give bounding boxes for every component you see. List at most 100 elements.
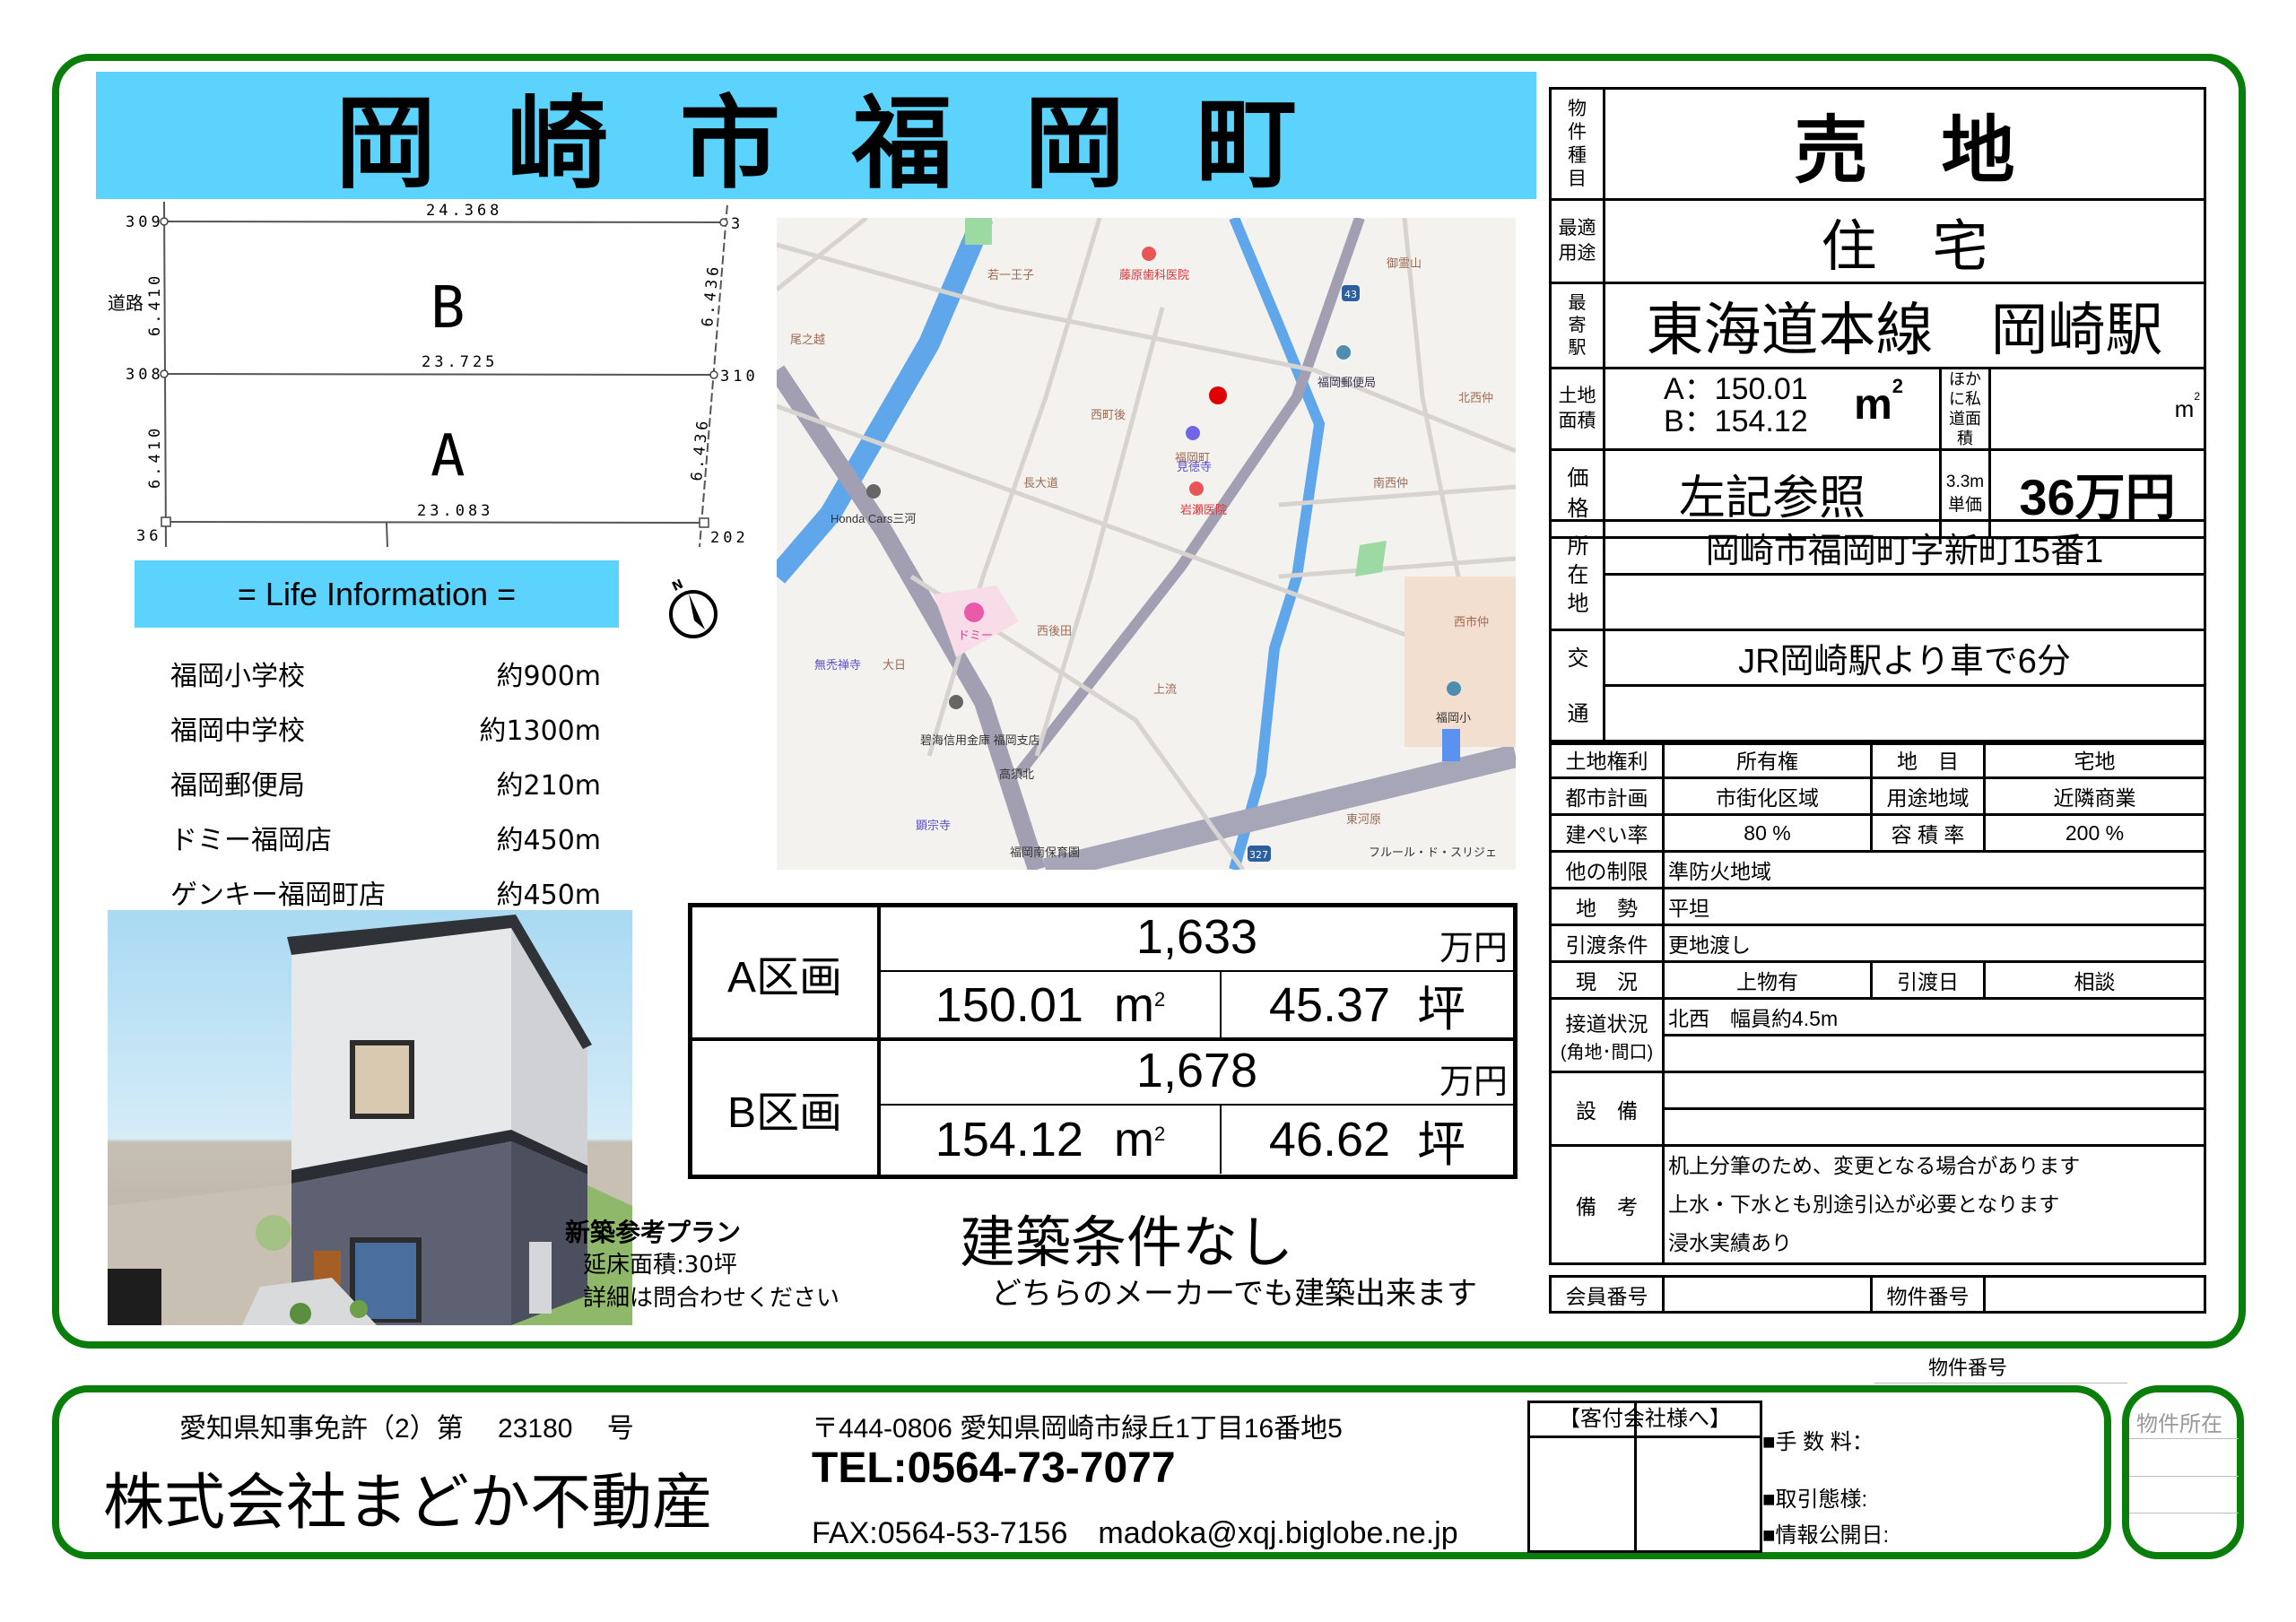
transport-value: JR岡崎駅より車で6分 xyxy=(1603,628,2206,688)
svg-text:碧海信用金庫 福岡支店: 碧海信用金庫 福岡支店 xyxy=(920,733,1040,747)
type-value: 売 地 xyxy=(1602,87,2207,201)
life-info-item: ドミー福岡店 約450m xyxy=(170,810,601,864)
property-marker[interactable] xyxy=(1209,386,1227,404)
plan-floor-area: 延床面積:30坪 xyxy=(583,1252,737,1279)
publish-date-label: ■情報公開日: xyxy=(1762,1523,1890,1548)
building-condition-heading: 建築条件なし xyxy=(960,1212,1294,1274)
bank-pin-icon xyxy=(949,695,963,709)
svg-text:西町後: 西町後 xyxy=(1091,408,1126,421)
svg-text:福岡南保育園: 福岡南保育園 xyxy=(1010,846,1080,859)
coverage-ratio-value: 80 % xyxy=(1662,813,1873,853)
facility-name: 福岡小学校 xyxy=(170,660,305,692)
svg-text:福岡小: 福岡小 xyxy=(1436,711,1471,724)
fee-label: ■手 数 料： xyxy=(1762,1430,1874,1454)
facility-name: 福岡中学校 xyxy=(170,715,305,747)
plan-title: 新築参考プラン xyxy=(565,1218,742,1247)
remarks-label: 備 考 xyxy=(1549,1144,1665,1265)
svg-text:Honda Cars三河: Honda Cars三河 xyxy=(831,512,916,525)
lot-a-label: A区画 xyxy=(692,907,881,1041)
svg-text:無禿禅寺: 無禿禅寺 xyxy=(814,658,861,672)
boundary-bottom xyxy=(165,521,705,524)
use-label: 最適用途 xyxy=(1549,198,1605,284)
pool xyxy=(1442,729,1460,761)
remark-item: 浸水実績あり xyxy=(1668,1231,1792,1254)
point-marker xyxy=(699,517,709,528)
coverage-ratio-label: 建ぺい率 xyxy=(1549,813,1665,853)
property-number-top-label: 物件番号 xyxy=(1928,1357,2008,1379)
member-number-label: 会員番号 xyxy=(1549,1275,1665,1314)
land-rights-value: 所有権 xyxy=(1662,740,1873,779)
lot-a-area: 150.01 m2 xyxy=(881,972,1222,1041)
post-office-pin-icon xyxy=(1336,345,1351,360)
land-area-label: 土地面積 xyxy=(1549,367,1605,451)
property-location-label: 物件所在 xyxy=(2136,1412,2222,1436)
lot-b-label: B区画 xyxy=(692,1041,881,1175)
remarks-value: 机上分筆のため、変更となる場合があります 上水・下水とも別途引込が必要となります… xyxy=(1662,1144,2206,1265)
private-road-label: ほかに私道面積 xyxy=(1939,367,1991,451)
land-area-a: A：150.01 xyxy=(1664,372,1808,406)
facility-distance: 約900m xyxy=(496,660,601,692)
location-value: 岡崎市福岡町字新町15番1 xyxy=(1603,519,2206,576)
point-label-308: 308 xyxy=(126,366,164,384)
lot-b-area: 154.12 m2 xyxy=(881,1106,1222,1174)
property-spec-table: 物件種目 売 地 最適用途 住 宅 最寄駅 東海道本線 岡崎駅 土地面積 A：1… xyxy=(1549,87,2207,539)
zoning-value: 近隣商業 xyxy=(1983,776,2206,816)
location-table: 所在地 岡崎市福岡町字新町15番1 交通 JR岡崎駅より車で6分 xyxy=(1549,519,2206,745)
remark-item: 上水・下水とも別途引込が必要となります xyxy=(1668,1193,2060,1216)
life-information-header: = Life Information = xyxy=(135,560,619,628)
equipment-label: 設 備 xyxy=(1549,1071,1665,1147)
svg-text:岩瀬医院: 岩瀬医院 xyxy=(1180,503,1227,516)
equipment-value xyxy=(1662,1071,2206,1110)
depth-left-a: 6.410 xyxy=(146,425,164,489)
company-fax-email[interactable]: FAX:0564-53-7156 madoka@xqj.biglobe.ne.j… xyxy=(812,1508,1458,1552)
terrain-value: 平坦 xyxy=(1662,887,2206,926)
page-title-bar: 岡崎市福岡町 xyxy=(96,72,1536,203)
building-condition-note: どちらのメーカーでも建築出来ます xyxy=(991,1277,1477,1311)
city-planning-value: 市街化区域 xyxy=(1662,776,1873,816)
depth-left-b: 6.410 xyxy=(146,273,164,336)
width-top: 24.368 xyxy=(426,202,502,220)
parcel-svg: 道路 309 308 36 3 310 202 24.368 23.725 23… xyxy=(108,202,755,547)
location-map[interactable]: 43 327 藤原歯科医院 福岡郵便局 福岡町 岩瀬医院 見徳寺 Honda C… xyxy=(777,218,1516,870)
land-category-label: 地 目 xyxy=(1870,740,1986,779)
land-rights-label: 土地権利 xyxy=(1549,740,1665,779)
handover-condition-value: 更地渡し xyxy=(1662,924,2206,963)
lot-price-table: A区画 1,633 万円 150.01 m2 45.37 坪 B区画 1,678… xyxy=(688,903,1518,1179)
map-svg: 43 327 藤原歯科医院 福岡郵便局 福岡町 岩瀬医院 見徳寺 Honda C… xyxy=(777,218,1516,870)
svg-text:高須北: 高須北 xyxy=(999,768,1034,781)
facility-name: ドミー福岡店 xyxy=(170,824,332,856)
handover-date-label: 引渡日 xyxy=(1870,960,1986,1000)
life-info-item: 福岡中学校 約1300m xyxy=(170,700,601,755)
lot-label-a: A xyxy=(430,423,465,490)
point-label-3: 3 xyxy=(731,215,740,233)
life-information-list: 福岡小学校 約900m 福岡中学校 約1300m 福岡郵便局 約210m ドミー… xyxy=(170,646,601,919)
point-label-309: 309 xyxy=(126,213,164,231)
lot-label-b: B xyxy=(430,275,465,342)
member-table: 会員番号 物件番号 xyxy=(1549,1275,2206,1314)
use-value: 住 宅 xyxy=(1602,198,2207,284)
divider xyxy=(2129,1438,2239,1439)
company-name: 株式会社まどか不動産 xyxy=(103,1469,714,1537)
floor-area-ratio-label: 容 積 率 xyxy=(1870,813,1986,853)
facility-distance: 約450m xyxy=(496,879,601,911)
land-category-value: 宅地 xyxy=(1983,740,2206,779)
svg-text:藤原歯科医院: 藤原歯科医院 xyxy=(1119,268,1189,282)
point-marker xyxy=(709,370,718,379)
company-phone[interactable]: TEL:0564-73-7077 xyxy=(812,1444,1176,1493)
svg-text:43: 43 xyxy=(1344,289,1357,300)
floor-area-ratio-value: 200 % xyxy=(1983,813,2206,853)
svg-text:327: 327 xyxy=(1249,849,1268,861)
svg-text:福岡郵便局: 福岡郵便局 xyxy=(1318,376,1376,389)
life-information-title: = Life Information = xyxy=(237,575,517,612)
house-illustration xyxy=(108,915,632,1325)
north-arrow-icon: N xyxy=(669,577,718,638)
referral-box-title: 【客付会社様へ】 xyxy=(1527,1401,1762,1438)
station-value: 東海道本線 岡崎駅 xyxy=(1602,282,2207,369)
svg-text:若一王子: 若一王子 xyxy=(987,268,1034,282)
road-access-label: 接道状況 (角地･間口) xyxy=(1549,997,1665,1073)
temple-pin-icon xyxy=(1186,426,1200,440)
divider xyxy=(2129,1476,2239,1477)
transaction-type-label: ■取引態様: xyxy=(1762,1488,1868,1512)
type-label: 物件種目 xyxy=(1549,87,1605,201)
land-area-unit: m xyxy=(1854,381,1892,429)
